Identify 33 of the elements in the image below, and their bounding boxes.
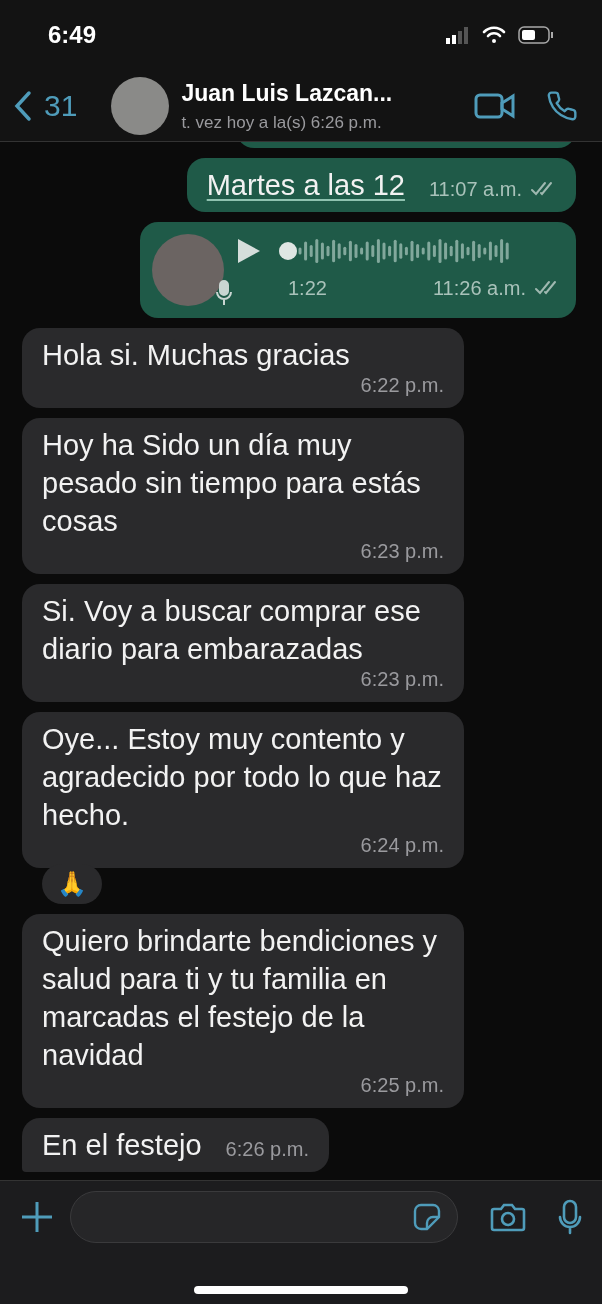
message-time: 11:26 a.m. (432, 276, 526, 301)
phone-icon[interactable] (546, 89, 578, 122)
message-text[interactable]: Martes a las 12 (206, 166, 405, 204)
contact-name[interactable]: Juan Luis Lazcan... (181, 75, 474, 110)
wifi-icon (482, 26, 506, 44)
message-time: 6:22 p.m. (360, 373, 444, 398)
message-text: Hola si. Muchas gracias (42, 338, 350, 373)
battery-icon (518, 26, 554, 44)
signal-icon (446, 26, 470, 44)
message-text: Si. Voy a buscar comprar ese diario para embarazadas (42, 594, 422, 667)
message-time: 6:23 p.m. (360, 539, 444, 564)
back-icon[interactable] (14, 89, 32, 122)
video-call-icon[interactable] (474, 91, 516, 120)
status-time: 6:49 (48, 20, 97, 50)
add-icon[interactable] (20, 1200, 54, 1234)
message-text: Quiero brindarte bendiciones y salud para ti y tu familia en marcadas el festejo de la navidad (42, 924, 438, 1073)
message-time: 6:24 p.m. (360, 833, 444, 858)
microphone-icon[interactable] (558, 1199, 582, 1235)
play-icon[interactable] (236, 237, 262, 265)
message-text: En el festejo (42, 1128, 202, 1163)
message-text: Hoy ha Sido un día muy pesado sin tiempo para estás cosas (42, 428, 422, 539)
message-input-field[interactable] (70, 1191, 458, 1243)
camera-icon[interactable] (490, 1202, 526, 1232)
message-time: 6:26 p.m. (225, 1137, 309, 1162)
message-time: 6:25 p.m. (360, 1073, 444, 1098)
back-button[interactable]: 31 (14, 83, 78, 128)
sticker-icon[interactable] (413, 1203, 441, 1231)
last-seen: t. vez hoy a la(s) 6:26 p.m. (181, 112, 383, 134)
message-time: 11:07 a.m. (428, 177, 522, 202)
voice-duration: 1:22 (288, 276, 327, 301)
microphone-icon (216, 280, 232, 306)
message-text: Oye... Estoy muy contento y agradecido por todo lo que haz hecho. (42, 722, 443, 833)
message-time: 6:23 p.m. (360, 667, 444, 692)
